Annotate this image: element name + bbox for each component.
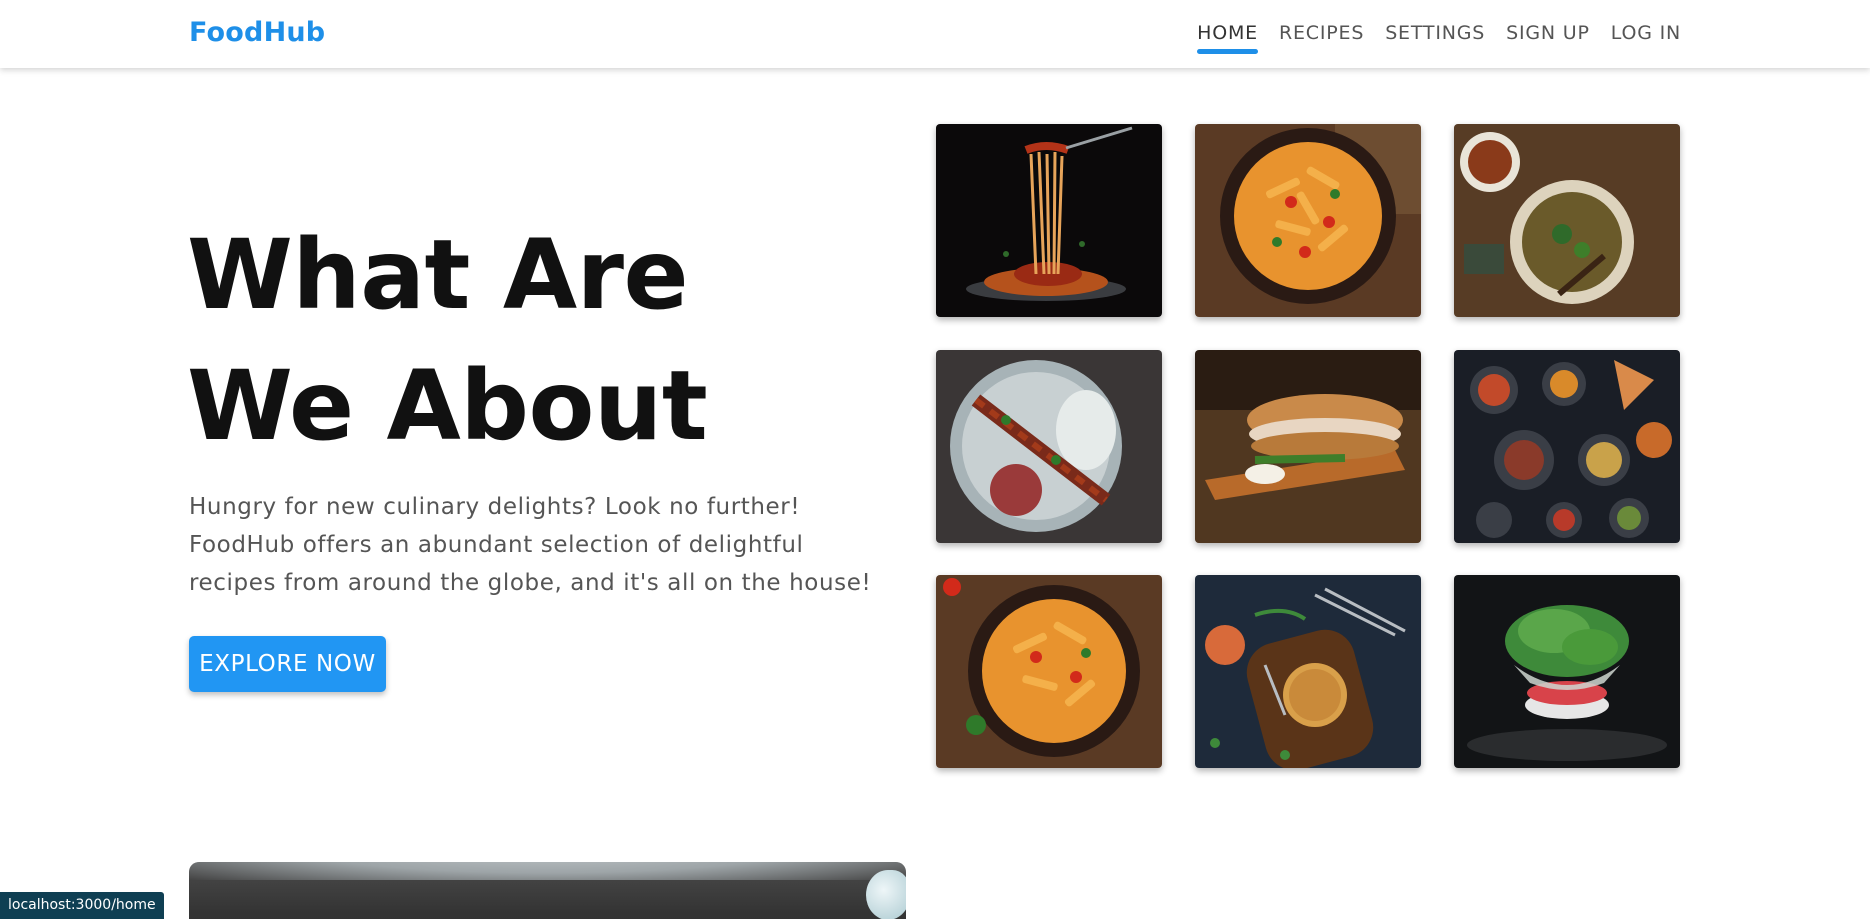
- salad-bowl-image: [1454, 575, 1680, 768]
- browser-status-url: localhost:3000/home: [0, 892, 164, 919]
- penne-bowl-image-2: [936, 575, 1162, 768]
- kebab-plate-image: [936, 350, 1162, 543]
- card-image-plate: [189, 862, 906, 880]
- featured-recipe-card[interactable]: [189, 862, 906, 919]
- nav-recipes-link[interactable]: RECIPES: [1279, 22, 1364, 50]
- explore-now-button[interactable]: EXPLORE NOW: [189, 636, 386, 692]
- nav-settings-link[interactable]: SETTINGS: [1385, 22, 1485, 50]
- mezze-spread-image: [1454, 350, 1680, 543]
- sandwich-board-image: [1195, 350, 1421, 543]
- burger-board-image: [1195, 575, 1421, 768]
- nav-signup-link[interactable]: SIGN UP: [1506, 22, 1590, 50]
- penne-bowl-image: [1195, 124, 1421, 317]
- nav-login-link[interactable]: LOG IN: [1611, 22, 1681, 50]
- brand-logo[interactable]: FoodHub: [189, 17, 325, 48]
- nav-links: HOME RECIPES SETTINGS SIGN UP LOG IN: [1197, 22, 1681, 54]
- soup-bowl-image: [1454, 124, 1680, 317]
- spaghetti-fork-image: [936, 124, 1162, 317]
- hero-title: What Are We About: [187, 219, 708, 462]
- nav-home-link[interactable]: HOME: [1197, 22, 1258, 54]
- card-image-garnish: [866, 870, 906, 919]
- hero-description: Hungry for new culinary delights? Look n…: [189, 494, 872, 596]
- navbar: FoodHub HOME RECIPES SETTINGS SIGN UP LO…: [0, 0, 1870, 68]
